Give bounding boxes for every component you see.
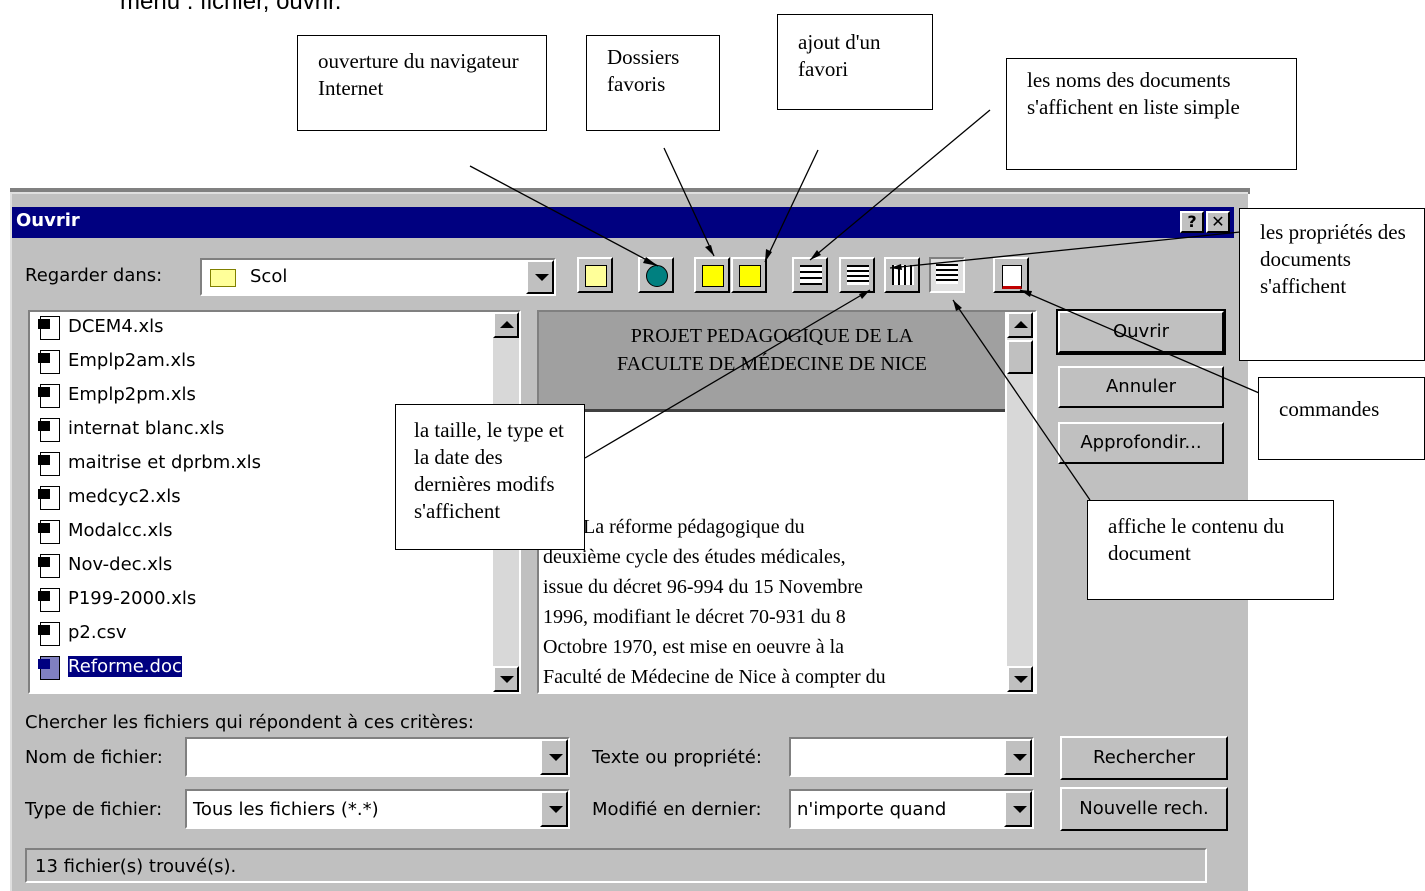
annotation-properties: les propriétés des documents s'affichent [1239,208,1425,361]
annotation-browser: ouverture du navigateur Internet [297,35,547,131]
annotation-preview: affiche le contenu du document [1087,500,1334,600]
annotation-add-favorite: ajout d'un favori [777,14,933,110]
annotation-details: la taille, le type et la date des derniè… [395,404,585,550]
annotation-list: les noms des documents s'affichent en li… [1006,58,1297,170]
annotation-commands: commandes [1258,377,1425,460]
annotation-favorites: Dossiers favoris [586,35,720,131]
